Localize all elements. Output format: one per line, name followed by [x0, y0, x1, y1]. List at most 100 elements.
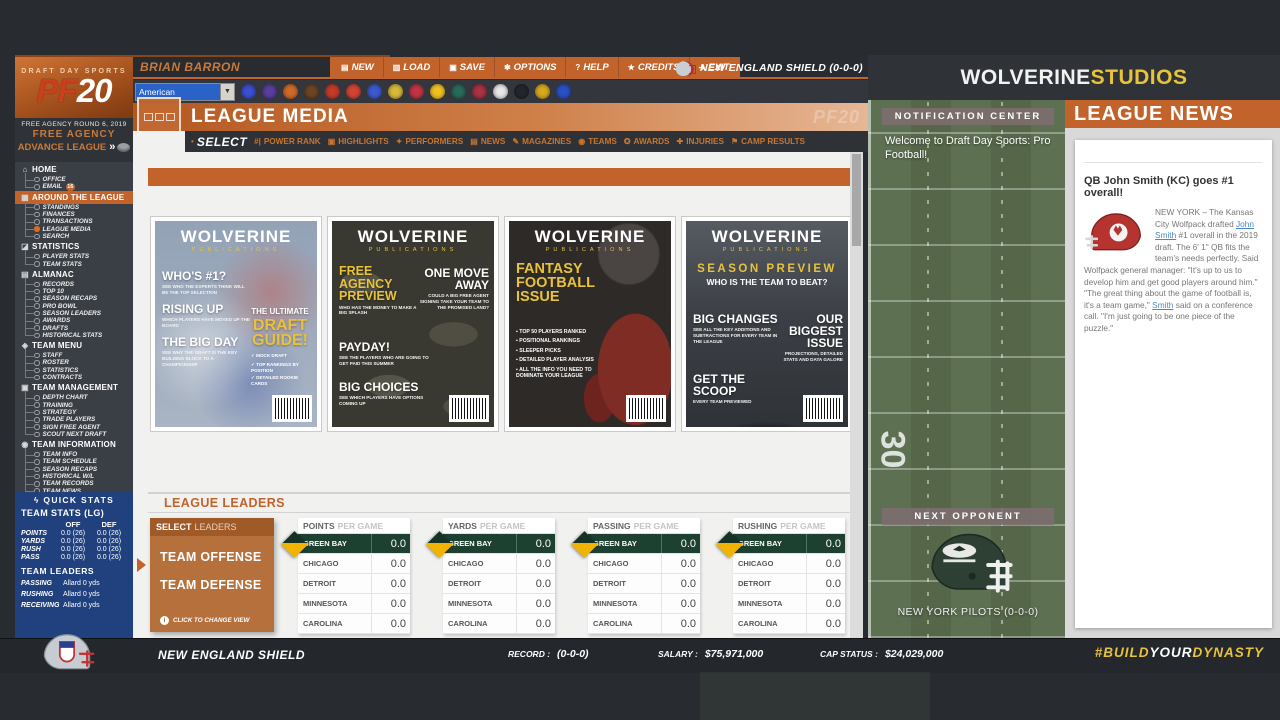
sidebar-item-historical-stats[interactable]: HISTORICAL STATS — [15, 328, 133, 339]
option-team-defense[interactable]: TEAM DEFENSE — [150, 578, 274, 592]
team-logo-bears-icon[interactable] — [304, 84, 319, 99]
team-logo-chargers-icon[interactable] — [430, 84, 445, 99]
table-row-chicago: CHICAGO 0.0 — [733, 554, 845, 574]
team-logo-evergreens-icon[interactable] — [451, 84, 466, 99]
stat-value-cell: 0.0 — [371, 574, 410, 593]
team-logo-blackcaps-icon[interactable] — [514, 84, 529, 99]
sidebar-item-search[interactable]: SEARCH — [15, 229, 133, 240]
magazine-cover-draft-guide[interactable]: WOLVERINE PUBLICATIONS WHO'S #1? SEE WHO… — [150, 216, 322, 432]
barcode — [803, 395, 843, 422]
tab-performers[interactable]: ✦ PERFORMERS — [396, 137, 463, 146]
table-row-detroit: DETROIT 0.0 — [733, 574, 845, 594]
tab-select[interactable]: • SELECT — [191, 135, 247, 149]
news-headline[interactable]: QB John Smith (KC) goes #1 overall! — [1084, 175, 1263, 199]
magazine-cover-fantasy[interactable]: WOLVERINE PUBLICATIONS FANTASY FOOTBALL … — [504, 216, 676, 432]
menu-item-new[interactable]: ▤ NEW — [332, 57, 384, 77]
sidebar-item-label: ROSTER — [42, 359, 69, 367]
table-stat-label: POINTS — [303, 520, 335, 531]
tab-label: AWARDS — [633, 137, 670, 146]
menu-item-load[interactable]: ▥ LOAD — [384, 57, 441, 77]
menu-item-save[interactable]: ▣ SAVE — [440, 57, 495, 77]
stat-value-cell: 0.0 — [516, 594, 555, 613]
leaders-table-rushing: RUSHING PER GAME GREEN BAY 0.0 CHICAGO 0.0 DET… — [716, 518, 845, 634]
tab-magazines[interactable]: ✎ MAGAZINES — [512, 137, 571, 146]
next-opponent-team[interactable]: NEW YORK PILOTS (0-0-0) — [871, 606, 1065, 618]
sidebar-nav: ⌂ HOME OFFICE EMAIL 16 ▦ AROUND THE LEAGUE STAN… — [15, 162, 133, 492]
cover-story-title: BIG CHOICES — [339, 380, 419, 394]
team-logo-pilots-icon[interactable] — [493, 84, 508, 99]
team-logo-stallions-icon[interactable] — [325, 84, 340, 99]
notification-message[interactable]: Welcome to Draft Day Sports: Pro Footbal… — [885, 134, 1061, 163]
medal-icon: ✪ — [623, 137, 631, 146]
player-link[interactable]: Smith — [1152, 300, 1173, 310]
tab-label: TEAMS — [588, 137, 617, 146]
team-name-cell: MINNESOTA — [593, 599, 638, 608]
team-logo-broncos-icon[interactable] — [346, 84, 361, 99]
tab-awards[interactable]: ✪ AWARDS — [624, 137, 670, 146]
cover-story-title: GET THE SCOOP — [693, 372, 746, 398]
cover-feature-pre: THE ULTIMATE — [251, 307, 309, 316]
team-logo-hammers-icon[interactable] — [535, 84, 550, 99]
team-logo-wolves-icon[interactable] — [409, 84, 424, 99]
team-logo-tigers-icon[interactable] — [283, 84, 298, 99]
field-glimpse — [700, 672, 930, 720]
new-icon: ▤ — [341, 62, 349, 72]
advance-league-button[interactable]: ADVANCE LEAGUE » — [15, 141, 133, 153]
sidebar-item-label: RECORDS — [42, 280, 75, 288]
select-box-header-light: LEADERS — [194, 522, 237, 532]
cover-story-title: OUR BIGGEST ISSUE — [788, 312, 843, 350]
menu-item-label: SAVE — [459, 61, 485, 73]
sidebar-item-email[interactable]: EMAIL 16 — [15, 180, 133, 192]
quick-stats-header[interactable]: ϟ QUICK STATS — [21, 495, 127, 505]
team-logo-bulls-icon[interactable] — [262, 84, 277, 99]
dropdown-arrow-icon[interactable]: ▼ — [220, 83, 234, 100]
tab-highlights[interactable]: ▣ HIGHLIGHTS — [328, 137, 389, 146]
sidebar-item-scout-next-draft[interactable]: SCOUT NEXT DRAFT — [15, 427, 133, 438]
yard-number: 30 — [873, 430, 912, 469]
team-logo-patriots-icon[interactable] — [472, 84, 487, 99]
menu-item-help[interactable]: ? HELP — [566, 57, 619, 77]
table-row-minnesota: MINNESOTA 0.0 — [298, 594, 410, 614]
sidebar-item-label: DRAFTS — [42, 324, 69, 332]
tab-label: INJURIES — [686, 137, 724, 146]
sidebar-item-label: SCOUT NEXT DRAFT — [42, 430, 107, 438]
team-logo-lions-icon[interactable] — [388, 84, 403, 99]
sidebar-section-label: AROUND THE LEAGUE — [32, 192, 125, 202]
current-team-indicator[interactable]: NEW ENGLAND SHIELD (0-0-0) — [676, 57, 863, 79]
sidebar-item-contracts[interactable]: CONTRACTS — [15, 370, 133, 381]
tab-injuries[interactable]: ✚ INJURIES — [676, 137, 723, 146]
leaders-select-box[interactable]: SELECT LEADERS TEAM OFFENSE TEAM DEFENSE… — [150, 518, 274, 632]
team-name-cell: CAROLINA — [303, 619, 343, 628]
team-logo-helmet — [43, 634, 95, 670]
team-logo-jackrabbits-icon[interactable] — [367, 84, 382, 99]
tab-camp-results[interactable]: ⚑ CAMP RESULTS — [731, 137, 805, 146]
team-name-cell: DETROIT — [593, 579, 626, 588]
sidebar-section-label: TEAM MANAGEMENT — [32, 383, 119, 393]
change-view-note: i CLICK TO CHANGE VIEW — [160, 616, 250, 625]
tab-teams[interactable]: ◉ TEAMS — [578, 137, 617, 146]
stats-col-def: DEF — [101, 520, 117, 529]
tab-power-rank[interactable]: #| POWER RANK — [254, 137, 321, 146]
team-logo-roundel-icon[interactable] — [556, 84, 571, 99]
menu-item-options[interactable]: ✱ OPTIONS — [495, 57, 567, 77]
menu-item-label: OPTIONS — [513, 61, 557, 73]
magazine-icon: ✎ — [512, 137, 520, 146]
leader-value: Allard 0 yds — [63, 591, 100, 598]
magazine-cover-free-agency[interactable]: WOLVERINE PUBLICATIONS FREE AGENCY PREVI… — [327, 216, 499, 432]
salary-label: SALARY : — [658, 649, 698, 659]
section-divider — [148, 492, 850, 494]
tab-bar-corner — [133, 131, 185, 152]
tab-news[interactable]: ▤ NEWS — [470, 137, 505, 146]
cap-status-value: $24,029,000 — [884, 648, 944, 660]
scrollbar-thumb[interactable] — [852, 154, 861, 246]
footer-salary: SALARY : $75,971,000 — [658, 648, 763, 660]
leaders-table-header: POINTS PER GAME — [298, 518, 410, 534]
option-team-offense[interactable]: TEAM OFFENSE — [150, 550, 274, 564]
content-scrollbar[interactable] — [850, 152, 863, 638]
team-logo-mountaineers-icon[interactable] — [241, 84, 256, 99]
magazine-cover-season-preview[interactable]: WOLVERINE PUBLICATIONS SEASON PREVIEW WH… — [681, 216, 853, 432]
footer-record: RECORD : (0-0-0) — [508, 648, 589, 660]
sidebar-item-team-stats[interactable]: TEAM STATS — [15, 257, 133, 268]
record-label: RECORD : — [508, 649, 551, 659]
team-name-cell: GREEN BAY — [593, 539, 637, 548]
